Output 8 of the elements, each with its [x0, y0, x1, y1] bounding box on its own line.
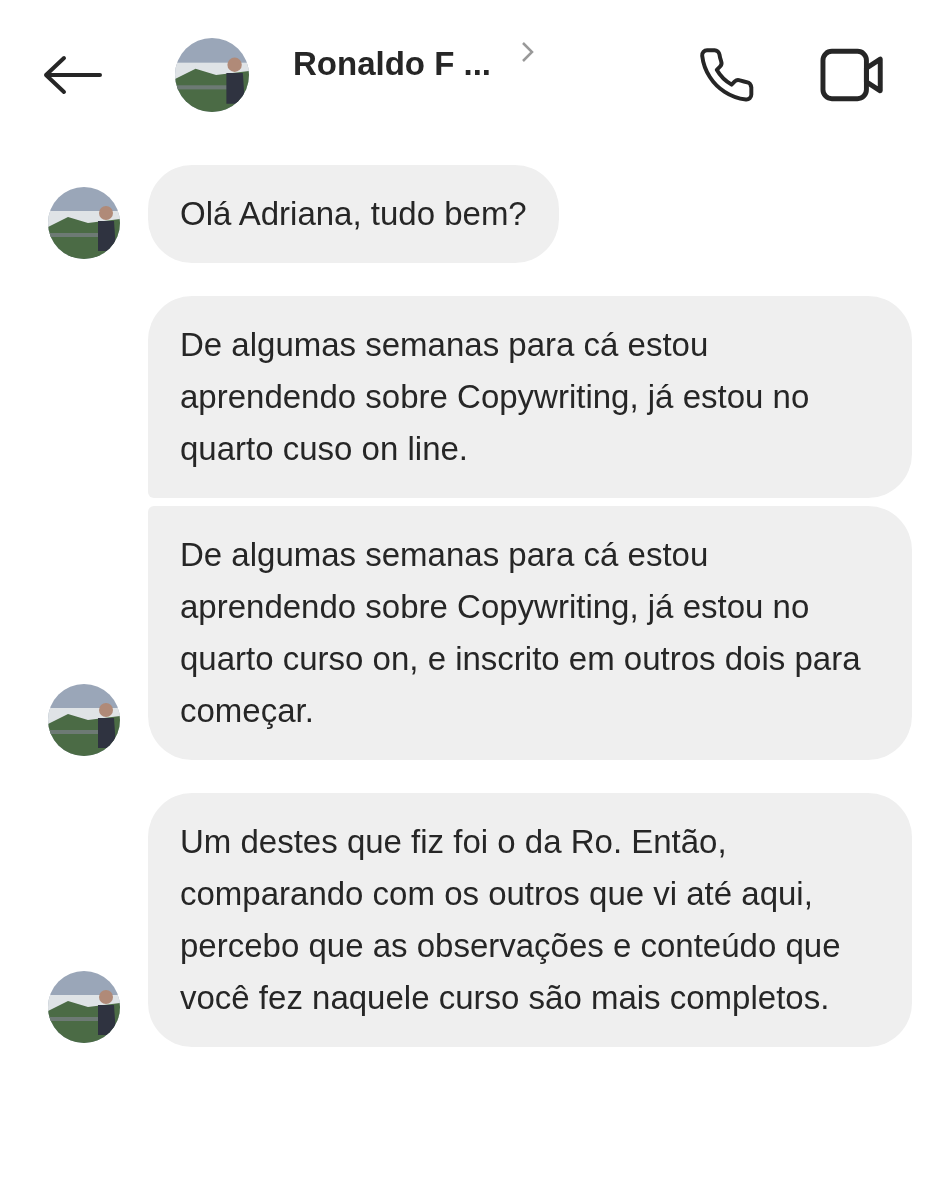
message-bubble: Olá Adriana, tudo bem? [148, 165, 559, 263]
message-bubble: De algumas semanas para cá estou aprendendo sobre Copywriting, já estou no quarto cuso on line. [148, 296, 912, 498]
video-camera-icon[interactable] [819, 48, 885, 102]
chevron-right-icon[interactable] [521, 41, 535, 64]
message-bubble: De algumas semanas para cá estou aprendendo sobre Copywriting, já estou no quarto curso on, e inscrito em outros dois para começar. [148, 506, 912, 760]
message-bubble: Um destes que fiz foi o da Ro. Então, comparando com os outros que vi até aqui, percebo que as observações e conteúdo que você fez naquele curso são mais completos. [148, 793, 912, 1047]
back-arrow-icon[interactable] [42, 55, 102, 95]
contact-name[interactable]: Ronaldo F ... [293, 39, 491, 89]
